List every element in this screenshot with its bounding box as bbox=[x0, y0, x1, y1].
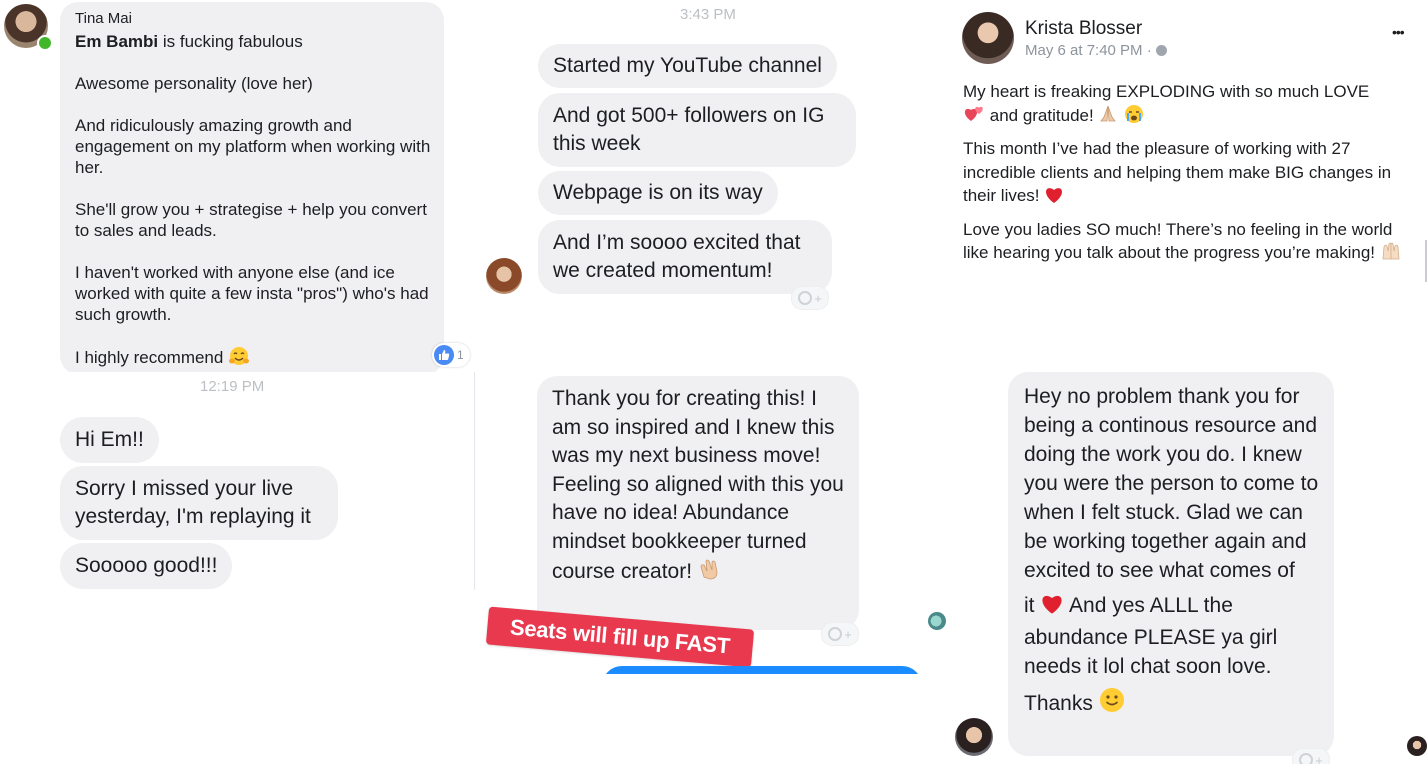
message-text: Hi Em!! bbox=[75, 428, 144, 451]
message-line: Thanks bbox=[1024, 687, 1320, 721]
post-text: This month I’ve had the pleasure of work… bbox=[963, 139, 1392, 205]
two-hearts-icon bbox=[963, 104, 985, 131]
post-text: Love you ladies SO much! There’s no feel… bbox=[963, 219, 1393, 263]
add-reaction-button[interactable]: + bbox=[821, 622, 859, 646]
message-bubble[interactable]: Hi Em!! bbox=[60, 417, 159, 463]
message-text: Sooooo good!!! bbox=[75, 554, 218, 577]
message-line: Em Bambi is fucking fabulous bbox=[75, 31, 432, 52]
panel-chat-5: Thank you for creating this! I am so ins… bbox=[476, 372, 952, 674]
message-bubble[interactable]: Thank you for creating this! I am so ins… bbox=[537, 376, 859, 630]
scrollbar[interactable] bbox=[1425, 240, 1427, 282]
add-reaction-button[interactable]: + bbox=[791, 286, 829, 310]
message-text: Started my YouTube channel bbox=[553, 54, 822, 77]
panel-chat-6: Hey no problem thank you for being a con… bbox=[952, 372, 1428, 764]
divider bbox=[474, 372, 475, 590]
panel-chat-2: 3:43 PM Started my YouTube channel And g… bbox=[476, 0, 952, 372]
avatar[interactable] bbox=[928, 612, 946, 630]
message-bubble[interactable]: Webpage is on its way bbox=[538, 171, 778, 215]
avatar[interactable] bbox=[1407, 736, 1427, 756]
message-text: it bbox=[1024, 594, 1035, 617]
timestamp: 3:43 PM bbox=[680, 6, 736, 23]
mention[interactable]: Em Bambi bbox=[75, 32, 158, 51]
messenger-bubble-edge bbox=[602, 666, 922, 674]
praying-hands-icon bbox=[1098, 104, 1118, 131]
plus-icon: + bbox=[1315, 752, 1323, 764]
post-meta: May 6 at 7:40 PM · bbox=[1025, 42, 1167, 59]
online-dot-icon bbox=[37, 35, 53, 51]
post-text: and gratitude! bbox=[989, 105, 1094, 125]
post-body: My heart is freaking EXPLODING with so m… bbox=[963, 80, 1413, 268]
clap-icon bbox=[698, 557, 724, 590]
smile-icon bbox=[1299, 753, 1314, 764]
plus-icon: + bbox=[844, 626, 852, 642]
message-line: it And yes ALLL the abundance PLEASE ya … bbox=[1024, 591, 1320, 681]
avatar[interactable] bbox=[962, 12, 1014, 64]
message-paragraph: I highly recommend bbox=[75, 346, 432, 371]
message-paragraph: I haven't worked with anyone else (and i… bbox=[75, 263, 429, 324]
message-text: Webpage is on its way bbox=[553, 181, 763, 204]
message-bubble[interactable]: Sorry I missed your live yesterday, I'm … bbox=[60, 466, 338, 540]
timestamp: 12:19 PM bbox=[200, 378, 265, 395]
message-text: Hey no problem thank you for being a con… bbox=[1024, 385, 1319, 582]
avatar[interactable] bbox=[955, 718, 993, 756]
message-bubble[interactable]: And I’m soooo excited that we created mo… bbox=[538, 220, 832, 294]
message-bubble[interactable]: Sooooo good!!! bbox=[60, 543, 233, 589]
message-bubble[interactable]: And got 500+ followers on IG this week bbox=[538, 93, 856, 167]
post-paragraph: This month I’ve had the pleasure of work… bbox=[963, 137, 1413, 211]
add-reaction-button[interactable]: + bbox=[1292, 748, 1330, 764]
like-count: 1 bbox=[457, 348, 464, 362]
post-timestamp[interactable]: May 6 at 7:40 PM · bbox=[1025, 42, 1152, 59]
message-text: Thank you for creating this! I am so ins… bbox=[552, 387, 844, 583]
smile-icon bbox=[798, 291, 813, 305]
crying-face-icon bbox=[1123, 104, 1145, 131]
post-paragraph: My heart is freaking EXPLODING with so m… bbox=[963, 80, 1413, 130]
more-icon[interactable]: ••• bbox=[1392, 24, 1405, 40]
message-text: Sorry I missed your live yesterday, I'm … bbox=[75, 477, 311, 528]
panel-testimonial-1: Tina Mai Em Bambi is fucking fabulous Aw… bbox=[0, 0, 476, 372]
plus-icon: + bbox=[814, 290, 822, 306]
message-text: And got 500+ followers on IG this week bbox=[553, 104, 825, 155]
smile-icon bbox=[1099, 687, 1125, 721]
panel-post-3: Krista Blosser May 6 at 7:40 PM · ••• My… bbox=[952, 0, 1428, 372]
message-paragraph: She'll grow you + strategise + help you … bbox=[75, 200, 427, 240]
post-paragraph: Love you ladies SO much! There’s no feel… bbox=[963, 218, 1413, 268]
sender-name: Tina Mai bbox=[75, 10, 132, 27]
message-paragraph: And ridiculously amazing growth and enga… bbox=[75, 116, 431, 177]
message-text: is fucking fabulous bbox=[158, 32, 303, 51]
message-bubble[interactable]: Hey no problem thank you for being a con… bbox=[1008, 372, 1334, 756]
message-text: And I’m soooo excited that we created mo… bbox=[553, 231, 801, 282]
heart-icon bbox=[1044, 186, 1064, 211]
author-name[interactable]: Krista Blosser bbox=[1025, 18, 1142, 40]
smile-icon bbox=[828, 627, 843, 641]
avatar[interactable] bbox=[486, 258, 522, 294]
globe-icon bbox=[1155, 45, 1167, 56]
message-bubble[interactable]: Tina Mai Em Bambi is fucking fabulous Aw… bbox=[60, 2, 444, 372]
message-text: Thanks bbox=[1024, 692, 1093, 715]
like-icon bbox=[434, 345, 454, 365]
hug-face-icon bbox=[228, 346, 250, 371]
raised-hands-icon bbox=[1380, 241, 1402, 268]
message-text: I highly recommend bbox=[75, 348, 224, 367]
message-bubble[interactable]: Started my YouTube channel bbox=[538, 44, 837, 88]
reaction-like[interactable]: 1 bbox=[432, 343, 470, 367]
panel-chat-4: 12:19 PM Hi Em!! Sorry I missed your liv… bbox=[0, 372, 474, 764]
heart-icon bbox=[1040, 593, 1064, 623]
post-text: My heart is freaking EXPLODING with so m… bbox=[963, 82, 1370, 101]
message-paragraph: Awesome personality (love her) bbox=[75, 74, 313, 93]
